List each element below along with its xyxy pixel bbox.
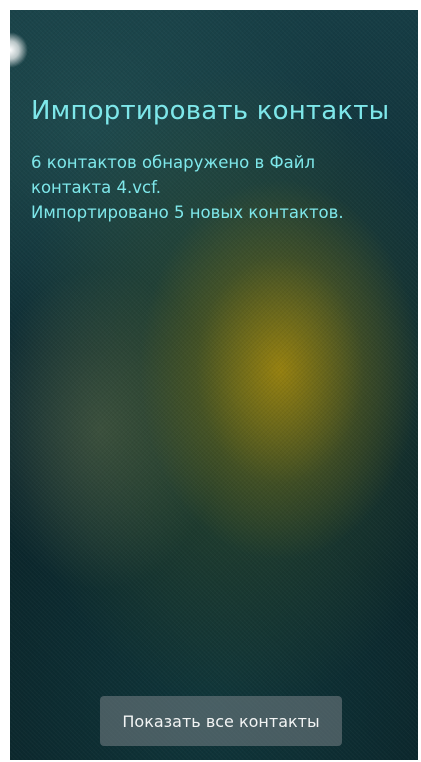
message-line: контакта 4.vcf. (31, 178, 161, 197)
message-line: Импортировано 5 новых контактов. (31, 203, 344, 222)
import-result-message: 6 контактов обнаружено в Файл контакта 4… (31, 150, 406, 225)
message-line: 6 контактов обнаружено в Файл (31, 153, 316, 172)
import-contacts-screen: Импортировать контакты 6 контактов обнар… (10, 10, 418, 760)
light-glow-decoration (10, 32, 28, 68)
page-title: Импортировать контакты (31, 96, 390, 126)
show-all-contacts-button[interactable]: Показать все контакты (100, 696, 342, 746)
